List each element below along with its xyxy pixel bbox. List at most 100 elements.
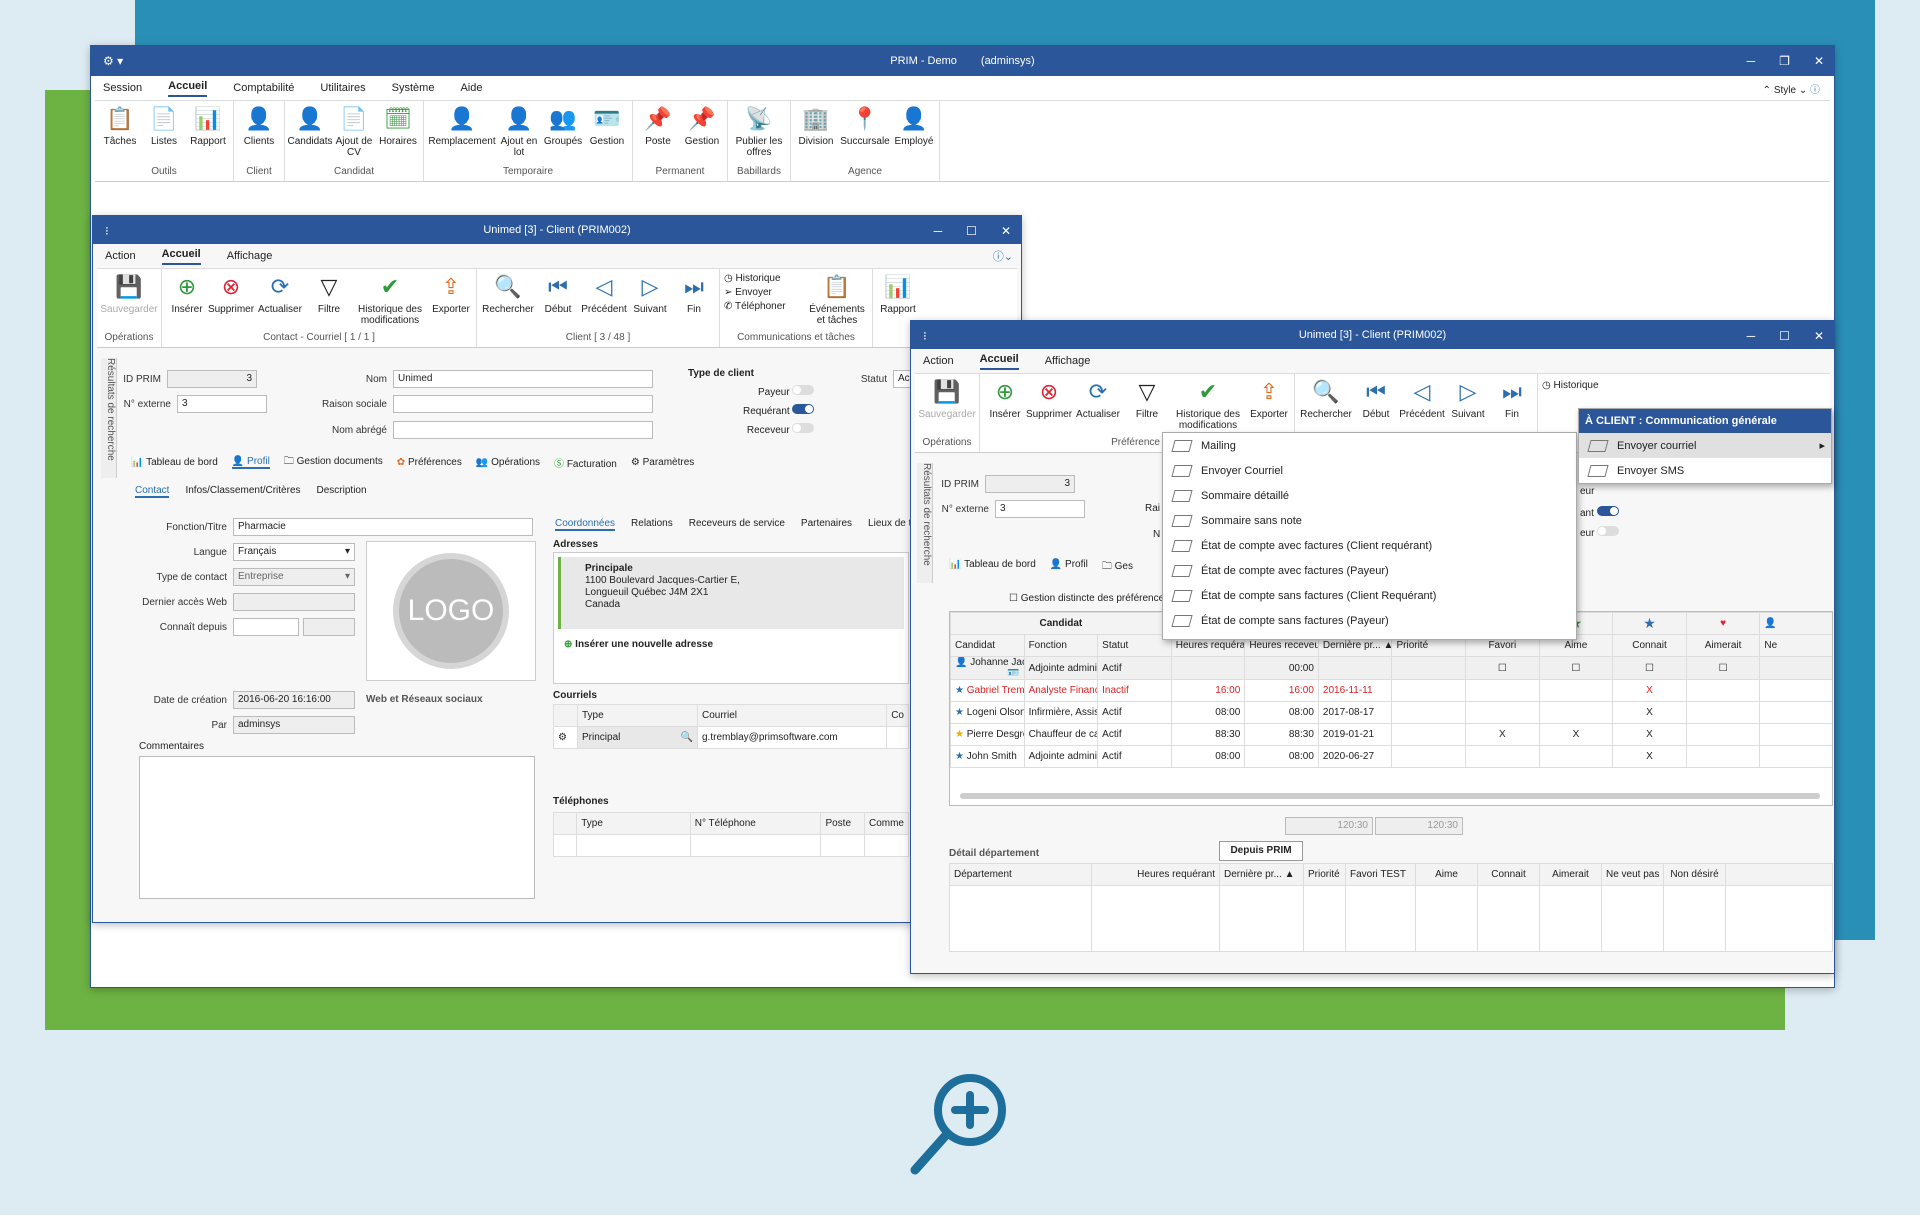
- col-derniere[interactable]: Dernière pr... ▲: [1219, 863, 1304, 886]
- subtab-profil[interactable]: 👤 Profil: [1050, 559, 1088, 576]
- col-favori-test[interactable]: Favori TEST: [1345, 863, 1416, 886]
- menu-session[interactable]: Session: [103, 82, 142, 94]
- menu-action[interactable]: Action: [923, 355, 954, 367]
- menu-aide[interactable]: Aide: [460, 82, 482, 94]
- table-row[interactable]: ★ Gabriel Tremblay Analyste Financier In…: [950, 679, 1832, 702]
- filter-button[interactable]: ▽ Filtre: [308, 271, 350, 332]
- prev-button[interactable]: ◁ Précédent: [581, 271, 627, 332]
- gestion-temp-button[interactable]: 🪪 Gestion: [586, 103, 628, 166]
- address-card[interactable]: Principale 1100 Boulevard Jacques-Cartie…: [558, 557, 904, 629]
- menu-dots-icon[interactable]: ⁝: [105, 224, 109, 238]
- poste-button[interactable]: 📌 Poste: [637, 103, 679, 166]
- menu-comptabilite[interactable]: Comptabilité: [233, 82, 294, 94]
- menu-item-etat-sans-payeur[interactable]: État de compte sans factures (Payeur): [1163, 608, 1576, 633]
- menu-accueil[interactable]: Accueil: [161, 248, 201, 265]
- ajout-cv-button[interactable]: 📄 Ajout de CV: [333, 103, 375, 166]
- col-priorite[interactable]: Priorité: [1303, 863, 1346, 886]
- table-row[interactable]: ★ John Smith Adjointe administrative... …: [950, 745, 1832, 768]
- insert-button[interactable]: ⊕ Insérer: [984, 376, 1026, 437]
- close-icon[interactable]: ✕: [1001, 224, 1011, 238]
- tab-infos[interactable]: Infos/Classement/Critères: [185, 485, 300, 498]
- subtab-parametres[interactable]: ⚙ Paramètres: [631, 457, 694, 468]
- history-button[interactable]: ✔ Historique des modifications: [1170, 376, 1246, 437]
- candidats-button[interactable]: 👤 Candidats: [287, 103, 332, 166]
- payeur-toggle[interactable]: [792, 385, 815, 395]
- add-address-button[interactable]: ⊕ Insérer une nouvelle adresse: [554, 633, 908, 656]
- tab-coordonnees[interactable]: Coordonnées: [555, 518, 616, 531]
- subtab-documents[interactable]: 🗀 Gestion documents: [284, 454, 383, 471]
- gear-icon[interactable]: ⚙ ▾: [103, 54, 123, 68]
- insert-button[interactable]: ⊕ Insérer: [166, 271, 208, 332]
- menu-affichage[interactable]: Affichage: [1045, 355, 1091, 367]
- subtab-preferences[interactable]: ✿ Préférences: [397, 457, 462, 468]
- last-button[interactable]: ⏭ Fin: [673, 271, 715, 332]
- gestion-distincte-checkbox[interactable]: ☐ Gestion distincte des préférence: [1009, 593, 1164, 604]
- refresh-button[interactable]: ⟳ Actualiser: [1072, 376, 1124, 437]
- maximize-icon[interactable]: ☐: [966, 224, 977, 238]
- col-heures-req[interactable]: Heures requérant: [1091, 863, 1220, 886]
- requerant-toggle[interactable]: [792, 404, 815, 414]
- close-icon[interactable]: ✕: [1814, 329, 1824, 343]
- remplacement-button[interactable]: 👤 Remplacement: [428, 103, 496, 166]
- table-row[interactable]: ⚙ Principal 🔍 g.tremblay@primsoftware.com: [553, 726, 909, 749]
- save-button[interactable]: 💾 Sauvegarder: [100, 271, 157, 332]
- style-selector[interactable]: ⌃ Style ⌄ ⓘ: [1763, 81, 1820, 96]
- aimerait-checkbox[interactable]: ☐: [1685, 656, 1761, 680]
- subtab-tableau[interactable]: 📊 Tableau de bord: [949, 559, 1036, 576]
- search-button[interactable]: 🔍 Rechercher: [481, 271, 535, 332]
- col-statut[interactable]: Statut: [1097, 634, 1172, 657]
- minimize-icon[interactable]: ─: [1747, 54, 1756, 68]
- card-icon[interactable]: 🪪: [1007, 668, 1019, 679]
- comments-textarea[interactable]: [139, 756, 535, 899]
- search-icon[interactable]: 🔍: [681, 732, 693, 743]
- telephoner-button[interactable]: ✆ Téléphoner: [724, 301, 804, 312]
- requerant-toggle[interactable]: [1596, 506, 1619, 516]
- tab-description[interactable]: Description: [317, 485, 367, 498]
- subtab-operations[interactable]: 👥 Opérations: [476, 457, 540, 468]
- col-fonction[interactable]: Fonction: [1023, 634, 1099, 657]
- table-row[interactable]: 👤 Johanne Jacob 🪪 Adjointe administrativ…: [950, 656, 1832, 680]
- close-icon[interactable]: ✕: [1814, 54, 1824, 68]
- minimize-icon[interactable]: ─: [1747, 329, 1756, 343]
- first-button[interactable]: ⏮ Début: [537, 271, 579, 332]
- tab-partenaires[interactable]: Partenaires: [801, 518, 852, 531]
- taches-button[interactable]: 📋 Tâches: [99, 103, 141, 166]
- groupes-button[interactable]: 👥 Groupés: [542, 103, 584, 166]
- gestion-perm-button[interactable]: 📌 Gestion: [681, 103, 723, 166]
- menu-item-etat-avec-client[interactable]: État de compte avec factures (Client req…: [1163, 533, 1576, 558]
- col-candidat[interactable]: Candidat: [950, 634, 1025, 657]
- abrege-field[interactable]: [393, 421, 653, 439]
- history-button[interactable]: ✔ Historique des modifications: [352, 271, 428, 332]
- menu-accueil[interactable]: Accueil: [979, 353, 1019, 370]
- connait-checkbox[interactable]: ☐: [1612, 656, 1687, 680]
- col-connait[interactable]: Connait: [1612, 634, 1687, 657]
- fonction-field[interactable]: Pharmacie: [233, 518, 533, 536]
- menu-item-sommaire-detaille[interactable]: Sommaire détaillé: [1163, 483, 1576, 508]
- favori-checkbox[interactable]: ☐: [1465, 656, 1540, 680]
- table-row[interactable]: ★ Logeni Olson Infirmière, Assistant(e).…: [950, 701, 1832, 724]
- menu-item-etat-sans-client[interactable]: État de compte sans factures (Client Req…: [1163, 583, 1576, 608]
- subtab-tableau[interactable]: 📊 Tableau de bord: [131, 457, 218, 468]
- menu-dots-icon[interactable]: ⁝: [923, 329, 927, 343]
- typecontact-select[interactable]: Entreprise ▾: [233, 568, 355, 586]
- aime-checkbox[interactable]: ☐: [1538, 656, 1614, 680]
- horaires-button[interactable]: 🗓 Horaires: [377, 103, 419, 166]
- events-button[interactable]: 📋 Événements et tâches: [806, 271, 868, 332]
- historique-small-button[interactable]: ◷ Historique: [1542, 376, 1599, 391]
- restore-icon[interactable]: ❐: [1779, 54, 1790, 68]
- save-button[interactable]: 💾 Sauvegarder: [918, 376, 975, 437]
- col-non-desire[interactable]: Non désiré: [1663, 863, 1726, 886]
- submenu-envoyer-sms[interactable]: Envoyer SMS: [1579, 458, 1831, 483]
- tab-receveurs[interactable]: Receveurs de service: [689, 518, 785, 531]
- tab-relations[interactable]: Relations: [631, 518, 673, 531]
- export-button[interactable]: ⇪ Exporter: [1248, 376, 1290, 437]
- succursale-button[interactable]: 📍 Succursale: [839, 103, 891, 166]
- menu-item-sommaire-sans-note[interactable]: Sommaire sans note: [1163, 508, 1576, 533]
- logo-box[interactable]: LOGO: [366, 541, 536, 681]
- langue-select[interactable]: Français ▾: [233, 543, 355, 561]
- menu-item-envoyer-courriel[interactable]: Envoyer Courriel: [1163, 458, 1576, 483]
- envoyer-button[interactable]: ➢ Envoyer: [724, 287, 804, 298]
- tab-contact[interactable]: Contact: [135, 485, 170, 498]
- table-row[interactable]: ★ Pierre Desgroseilliers Chauffeur de ca…: [950, 723, 1832, 746]
- menu-action[interactable]: Action: [105, 250, 136, 262]
